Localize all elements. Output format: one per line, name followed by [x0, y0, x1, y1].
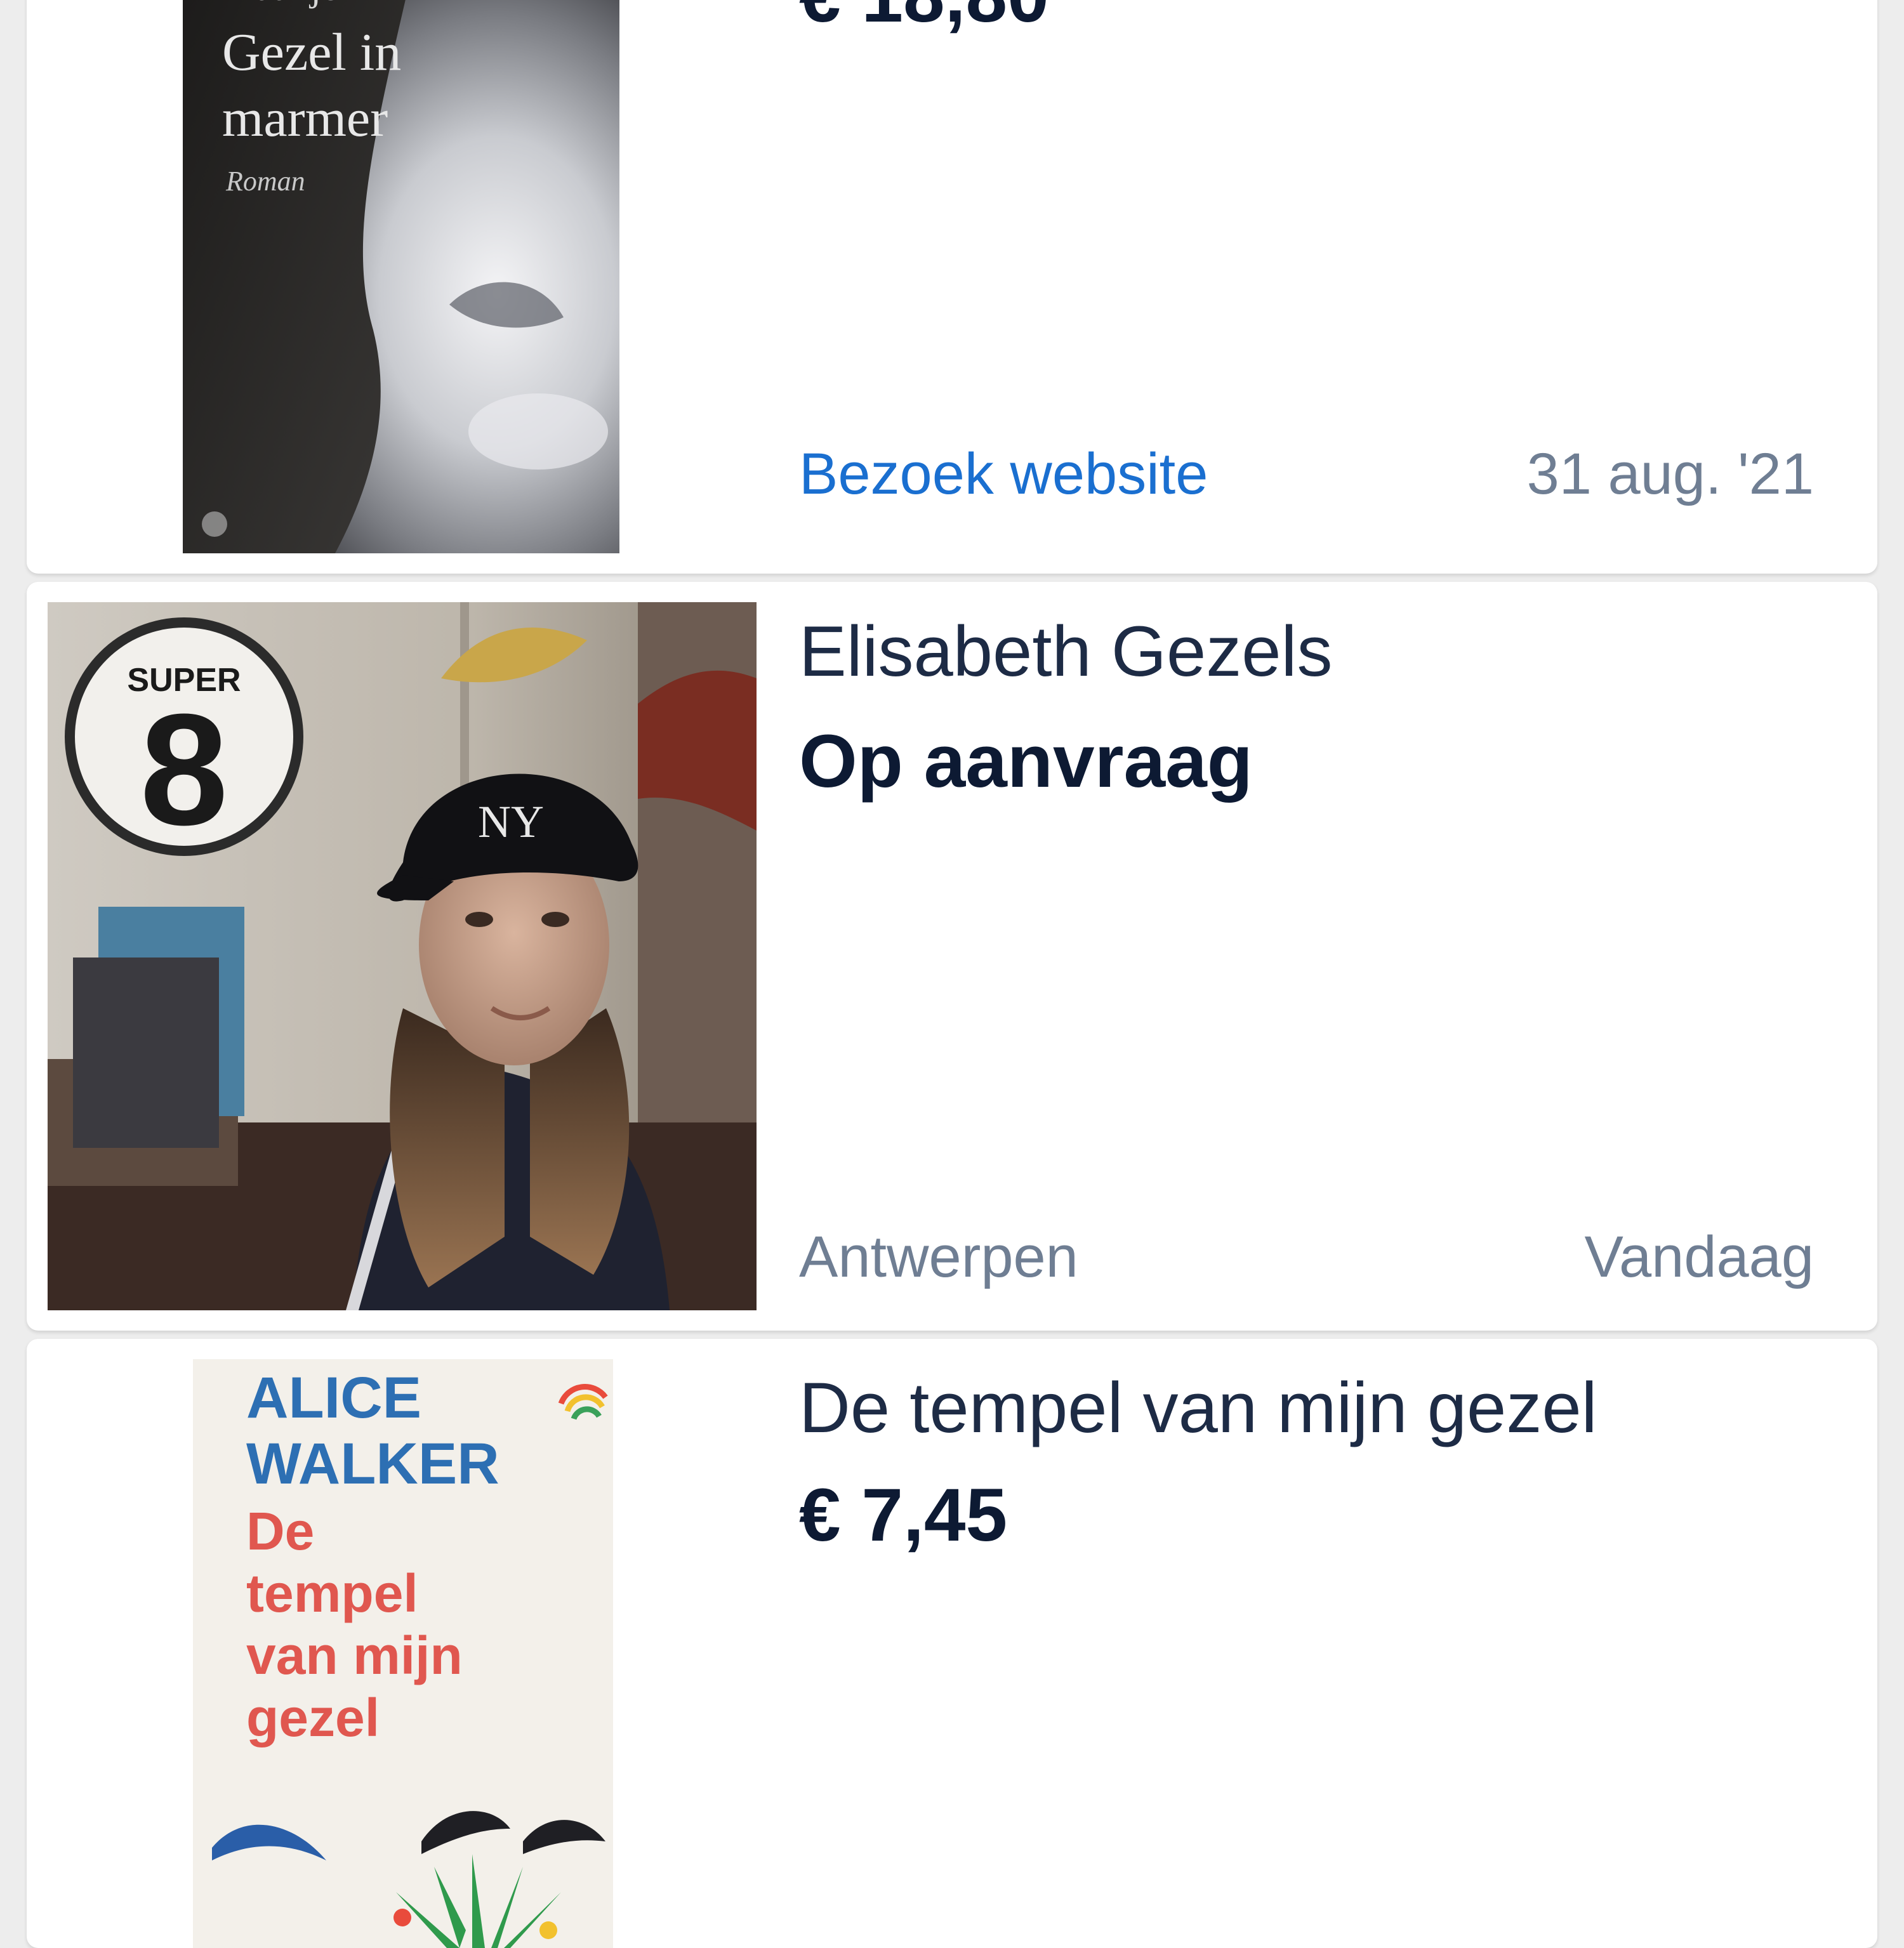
listing-location: Antwerpen — [799, 1225, 1078, 1289]
cover-author: Daanje — [227, 0, 339, 9]
listing-title[interactable]: Elisabeth Gezels — [799, 610, 1332, 692]
cap-logo-text: NY — [478, 796, 544, 847]
listing-date: 31 aug. '21 — [1526, 442, 1814, 506]
visit-website-link[interactable]: Bezoek website — [799, 441, 1208, 508]
cover-author-line1: ALICE — [246, 1366, 421, 1430]
cover-title-line1: Gezel in — [222, 23, 401, 82]
listing-price: € 18,80 — [799, 0, 1049, 39]
cover-subtitle: Roman — [225, 166, 305, 197]
book-cover-art: Daanje Gezel in marmer Roman — [183, 0, 619, 553]
cover-title-line3: van mijn — [246, 1626, 463, 1685]
listing-title[interactable]: De tempel van mijn gezel — [799, 1367, 1597, 1449]
book-cover-image[interactable]: Daanje Gezel in marmer Roman — [183, 0, 619, 553]
cover-title-line1: De — [246, 1501, 314, 1561]
listing-price: Op aanvraag — [799, 720, 1253, 803]
book-cover-art: ALICE WALKER De tempel van mijn gezel — [193, 1359, 613, 1948]
listing-card[interactable]: SUPER 8 NY Elisabeth Gezels Op aanvraag … — [27, 582, 1877, 1331]
cover-title-line2: tempel — [246, 1563, 418, 1623]
cover-author-line2: WALKER — [246, 1431, 499, 1496]
listing-photo[interactable]: SUPER 8 NY — [48, 602, 757, 1310]
cover-title-line2: marmer — [222, 89, 388, 148]
person-photo: SUPER 8 NY — [48, 602, 757, 1310]
listing-card[interactable]: ALICE WALKER De tempel van mijn gezel De… — [27, 1339, 1877, 1948]
listing-card[interactable]: Daanje Gezel in marmer Roman € 18,80 Bez… — [27, 0, 1877, 574]
listing-price: € 7,45 — [799, 1473, 1008, 1557]
book-cover-image[interactable]: ALICE WALKER De tempel van mijn gezel — [193, 1359, 613, 1948]
wall-sign-number: 8 — [140, 681, 228, 858]
listing-date: Vandaag — [1584, 1225, 1814, 1289]
cover-title-line4: gezel — [246, 1688, 380, 1747]
